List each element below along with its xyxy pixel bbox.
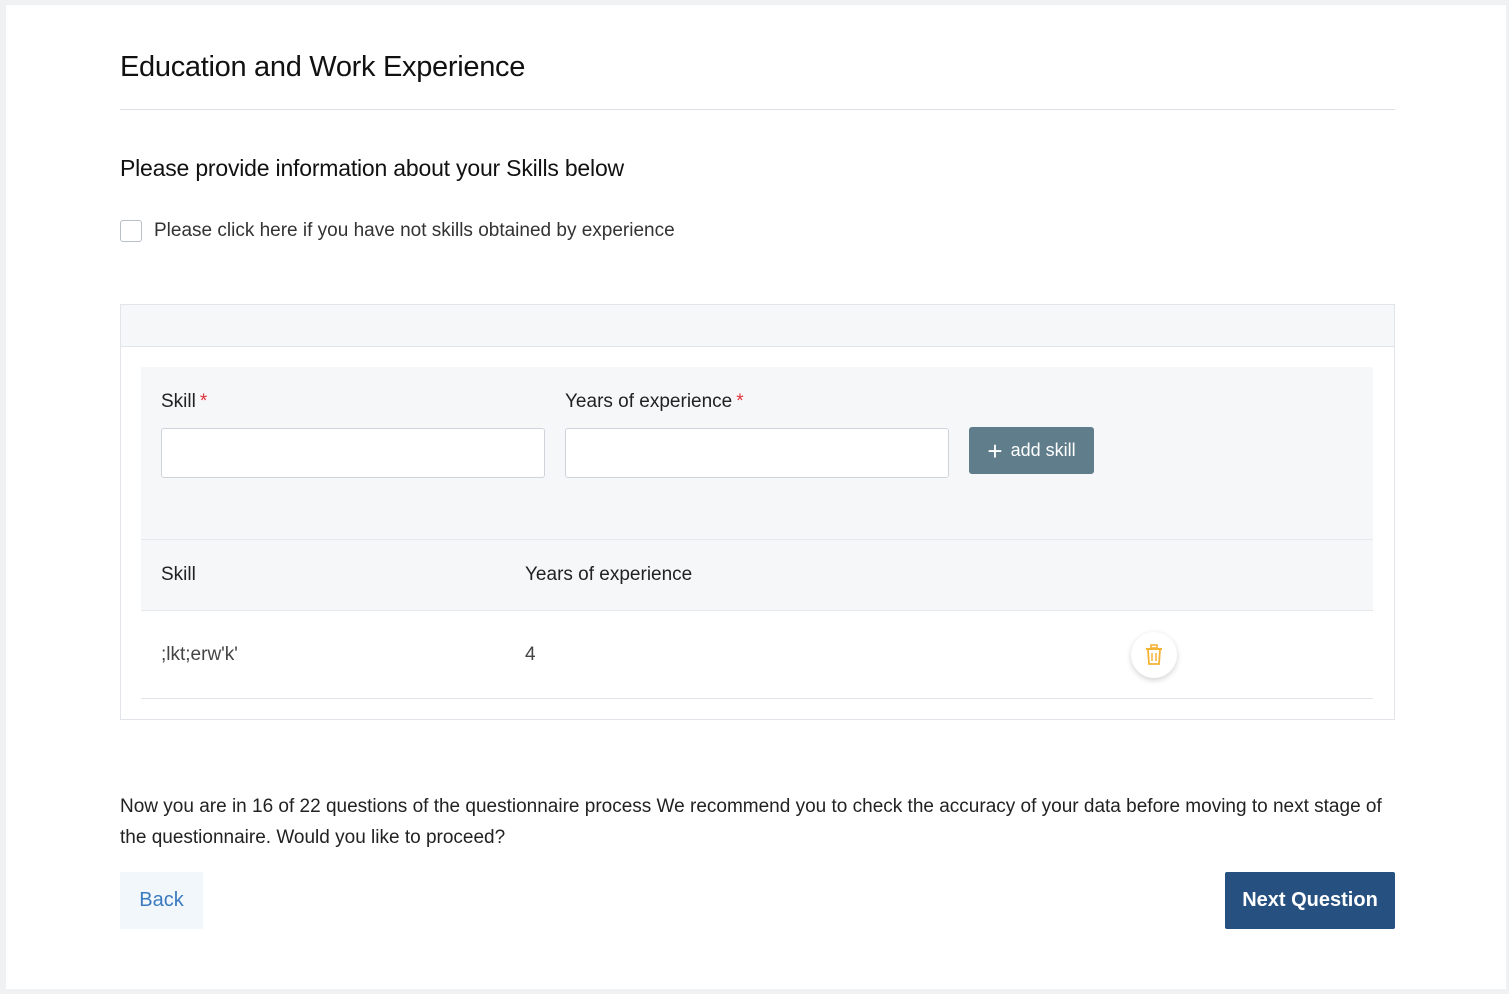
skills-card-header bbox=[121, 305, 1394, 347]
skill-field-label: Skill * bbox=[161, 391, 207, 413]
add-skill-form: Skill * Years of experience * + add skill bbox=[141, 367, 1373, 539]
title-divider bbox=[120, 109, 1395, 110]
plus-icon: + bbox=[987, 435, 1003, 466]
skills-section-heading: Please provide information about your Sk… bbox=[120, 155, 624, 181]
skills-table-header: Skill Years of experience bbox=[141, 539, 1373, 611]
skills-card: Skill * Years of experience * + add skill … bbox=[120, 304, 1395, 720]
column-header-years: Years of experience bbox=[525, 564, 693, 585]
column-header-skill: Skill bbox=[161, 564, 196, 585]
skill-field-label-text: Skill bbox=[161, 391, 196, 412]
page-title: Education and Work Experience bbox=[120, 51, 526, 83]
trash-icon bbox=[1146, 644, 1162, 665]
add-skill-button-label: add skill bbox=[1010, 440, 1076, 460]
no-skills-checkbox[interactable] bbox=[120, 220, 142, 242]
required-marker: * bbox=[199, 391, 208, 412]
progress-message: Now you are in 16 of 22 questions of the… bbox=[120, 796, 1382, 848]
years-input[interactable] bbox=[565, 428, 949, 478]
years-field-label-text: Years of experience bbox=[565, 391, 733, 412]
no-skills-option[interactable]: Please click here if you have not skills… bbox=[120, 220, 675, 242]
row-skill-value: ;lkt;erw'k' bbox=[161, 644, 238, 665]
back-button[interactable]: Back bbox=[120, 872, 203, 929]
skill-input[interactable] bbox=[161, 428, 545, 478]
add-skill-button[interactable]: + add skill bbox=[969, 427, 1094, 474]
table-row: ;lkt;erw'k' 4 bbox=[141, 611, 1373, 699]
years-field-label: Years of experience * bbox=[565, 391, 744, 413]
required-marker: * bbox=[736, 391, 744, 412]
no-skills-checkbox-label[interactable]: Please click here if you have not skills… bbox=[154, 220, 675, 242]
page-container: Education and Work Experience Please pro… bbox=[6, 5, 1506, 989]
row-years-value: 4 bbox=[525, 644, 536, 665]
delete-skill-button[interactable] bbox=[1131, 632, 1177, 678]
next-question-button[interactable]: Next Question bbox=[1225, 872, 1395, 929]
